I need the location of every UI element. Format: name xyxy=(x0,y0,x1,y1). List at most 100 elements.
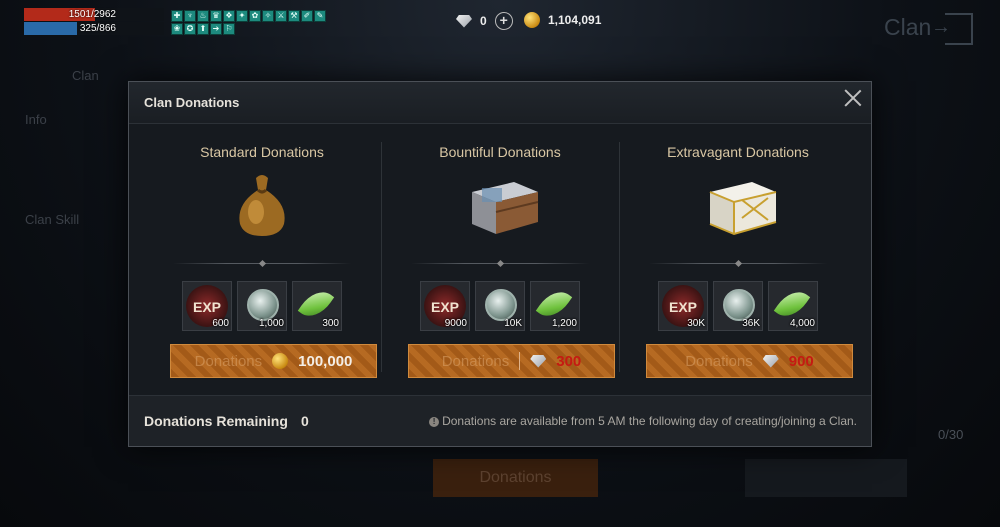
exp-label: EXP xyxy=(192,299,221,315)
buff-icon[interactable]: ♨ xyxy=(197,10,209,22)
panel-title: Bountiful Donations xyxy=(439,144,561,160)
sidebar-item: Clan Skill xyxy=(25,212,80,227)
button-label: Donations xyxy=(685,352,753,370)
buff-icon[interactable]: ✚ xyxy=(171,10,183,22)
diamond-icon xyxy=(456,14,472,28)
buff-icon[interactable]: ✐ xyxy=(301,10,313,22)
diamond-icon xyxy=(762,354,779,368)
background-title: Clan xyxy=(884,14,932,40)
dialog-header: Clan Donations xyxy=(129,82,871,124)
buff-icon[interactable]: ✿ xyxy=(249,10,261,22)
standard-donation-panel: Standard Donations EXP 600 1,000 300 Dona… xyxy=(143,136,381,384)
buff-icon[interactable]: ✎ xyxy=(314,10,326,22)
button-price: 100,000 xyxy=(298,352,353,370)
close-icon[interactable] xyxy=(844,89,862,107)
mp-bar: 325/866 xyxy=(24,22,164,35)
diamond-currency: 0 + xyxy=(456,12,513,30)
coin-reward[interactable]: 36K xyxy=(713,281,763,331)
buff-icons: ✚ ♆ ♨ ♛ ❖ ✦ ✿ ✧ ⚔ ⚒ ✐ ✎ ❀ ✪ ⬆ ➔ ⚐ xyxy=(171,10,337,35)
silver-coin-icon xyxy=(723,289,755,321)
reward-items: EXP 9000 10K 1,200 xyxy=(381,281,619,331)
button-divider xyxy=(519,352,521,370)
leaf-reward[interactable]: 1,200 xyxy=(530,281,580,331)
gold-amount: 1,104,091 xyxy=(548,13,602,27)
buff-icon[interactable]: ❀ xyxy=(171,23,183,35)
sidebar-item: Info xyxy=(25,112,47,127)
buff-icon[interactable]: ✧ xyxy=(262,10,274,22)
extravagant-donation-panel: Extravagant Donations EXP 30K 36K 4,000 D… xyxy=(619,136,857,384)
buff-icon[interactable]: ➔ xyxy=(210,23,222,35)
buff-icon[interactable]: ⚔ xyxy=(275,10,287,22)
buff-icon[interactable]: ✪ xyxy=(184,23,196,35)
info-icon: ! xyxy=(429,417,440,427)
leaf-reward[interactable]: 4,000 xyxy=(768,281,818,331)
exit-icon[interactable] xyxy=(931,13,973,45)
donations-remaining-value: 0 xyxy=(301,413,309,429)
buff-icon[interactable]: ♛ xyxy=(210,10,222,22)
item-qty: 1,000 xyxy=(258,318,284,329)
clan-donations-dialog: Clan Donations Standard Donations EXP 600… xyxy=(128,81,872,447)
panel-title: Standard Donations xyxy=(200,144,324,160)
exp-reward[interactable]: EXP 600 xyxy=(182,281,232,331)
background-donate-button: Donations xyxy=(433,459,598,497)
gold-icon xyxy=(272,353,289,369)
coin-reward[interactable]: 10K xyxy=(475,281,525,331)
item-qty: 10K xyxy=(504,318,522,329)
item-qty: 600 xyxy=(212,318,229,329)
silver-coin-icon xyxy=(485,289,517,321)
button-price: 300 xyxy=(556,352,582,370)
extravagant-donate-button[interactable]: Donations 900 xyxy=(646,344,853,378)
exp-label: EXP xyxy=(430,299,459,315)
mp-text: 325/866 xyxy=(79,23,116,34)
chest-icon xyxy=(464,168,539,242)
separator xyxy=(411,263,589,264)
item-qty: 9000 xyxy=(444,318,467,329)
item-qty: 30K xyxy=(687,318,705,329)
button-label: Donations xyxy=(194,352,263,370)
buff-icon[interactable]: ⚒ xyxy=(288,10,300,22)
reward-items: EXP 30K 36K 4,000 xyxy=(619,281,857,331)
buff-icon[interactable]: ♆ xyxy=(184,10,196,22)
background-count: 0/30 xyxy=(938,427,964,442)
coin-reward[interactable]: 1,000 xyxy=(237,281,287,331)
bountiful-donation-panel: Bountiful Donations EXP 9000 10K 1,200 Do… xyxy=(381,136,619,384)
buff-icon[interactable]: ❖ xyxy=(223,10,235,22)
diamond-icon xyxy=(530,354,547,368)
pouch-icon xyxy=(226,168,298,242)
notice-message: Donations are available from 5 AM the fo… xyxy=(442,414,857,428)
background-tab-clan: Clan xyxy=(72,68,99,83)
hp-text: 1501/2962 xyxy=(68,9,116,20)
reward-items: EXP 600 1,000 300 xyxy=(143,281,381,331)
sidebar-item xyxy=(25,162,79,212)
buff-icon[interactable]: ✦ xyxy=(236,10,248,22)
item-qty: 300 xyxy=(322,318,339,329)
exp-reward[interactable]: EXP 9000 xyxy=(420,281,470,331)
dialog-footer: Donations Remaining 0 ! Donations are ava… xyxy=(129,395,871,446)
buff-icon[interactable]: ⬆ xyxy=(197,23,209,35)
background-sidebar: Info Clan Skill xyxy=(25,112,79,262)
panel-title: Extravagant Donations xyxy=(667,144,809,160)
add-diamond-icon[interactable]: + xyxy=(494,12,513,30)
gold-currency: 1,104,091 xyxy=(524,12,601,28)
hp-bar: 1501/2962 xyxy=(24,8,164,21)
hud-bars: 1501/2962 325/866 xyxy=(24,8,164,36)
separator xyxy=(173,263,351,264)
gold-icon xyxy=(524,12,540,28)
separator xyxy=(649,263,827,264)
item-qty: 1,200 xyxy=(551,318,577,329)
donations-remaining-label: Donations Remaining xyxy=(144,413,288,429)
gold-chest-icon xyxy=(702,168,777,242)
button-price: 900 xyxy=(788,352,814,370)
diamond-amount: 0 xyxy=(480,14,487,28)
exp-reward[interactable]: EXP 30K xyxy=(658,281,708,331)
item-qty: 36K xyxy=(742,318,760,329)
standard-donate-button[interactable]: Donations 100,000 xyxy=(170,344,377,378)
background-secondary-button xyxy=(745,459,907,497)
bountiful-donate-button[interactable]: Donations 300 xyxy=(408,344,615,378)
leaf-reward[interactable]: 300 xyxy=(292,281,342,331)
item-qty: 4,000 xyxy=(789,318,815,329)
buff-icon[interactable]: ⚐ xyxy=(223,23,235,35)
notice-text: ! Donations are available from 5 AM the f… xyxy=(429,414,857,428)
button-label: Donations xyxy=(441,352,510,370)
dialog-title: Clan Donations xyxy=(144,95,240,110)
